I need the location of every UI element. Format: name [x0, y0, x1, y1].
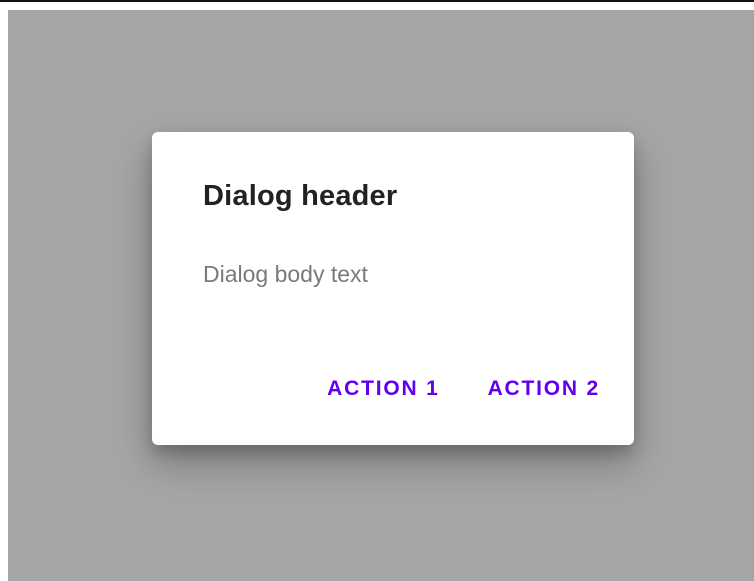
dialog-actions: ACTION 1 ACTION 2 — [327, 378, 600, 399]
dialog-header: Dialog header — [203, 180, 398, 212]
dialog: Dialog header Dialog body text ACTION 1 … — [152, 132, 634, 445]
left-edge — [0, 4, 8, 581]
screen-frame: Dialog header Dialog body text ACTION 1 … — [0, 0, 754, 581]
action-1-button[interactable]: ACTION 1 — [327, 378, 439, 399]
dialog-body-text: Dialog body text — [203, 261, 368, 287]
action-2-button[interactable]: ACTION 2 — [488, 378, 600, 399]
